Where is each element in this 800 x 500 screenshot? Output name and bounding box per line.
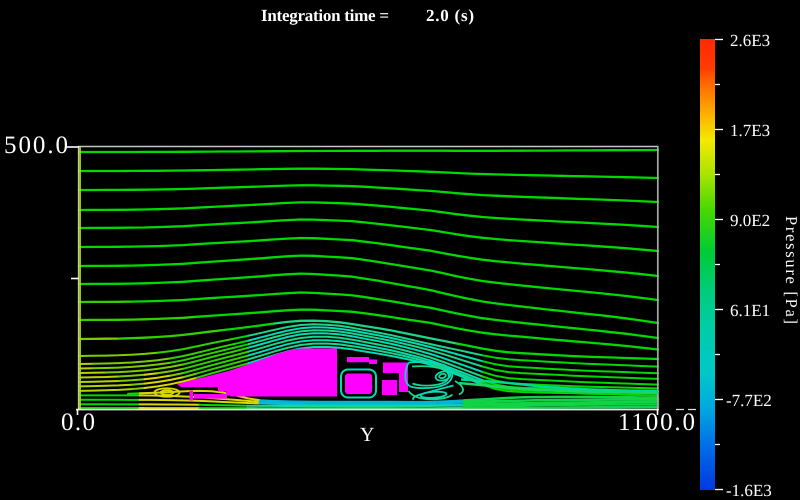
svg-text:-1.6E3: -1.6E3 <box>726 481 772 500</box>
svg-text:1100.0: 1100.0 <box>618 409 695 436</box>
svg-text:2.6E3: 2.6E3 <box>730 31 770 50</box>
svg-text:2.0 (s): 2.0 (s) <box>426 6 474 25</box>
svg-text:0.0: 0.0 <box>61 409 95 436</box>
svg-text:Integration time =: Integration time = <box>261 6 389 25</box>
svg-text:9.0E2: 9.0E2 <box>730 211 770 230</box>
svg-text:1.7E3: 1.7E3 <box>730 121 770 140</box>
svg-text:6.1E1: 6.1E1 <box>730 301 770 320</box>
svg-text:500.0: 500.0 <box>4 132 68 159</box>
svg-text:Y: Y <box>360 424 374 446</box>
svg-text:-7.7E2: -7.7E2 <box>726 391 772 410</box>
